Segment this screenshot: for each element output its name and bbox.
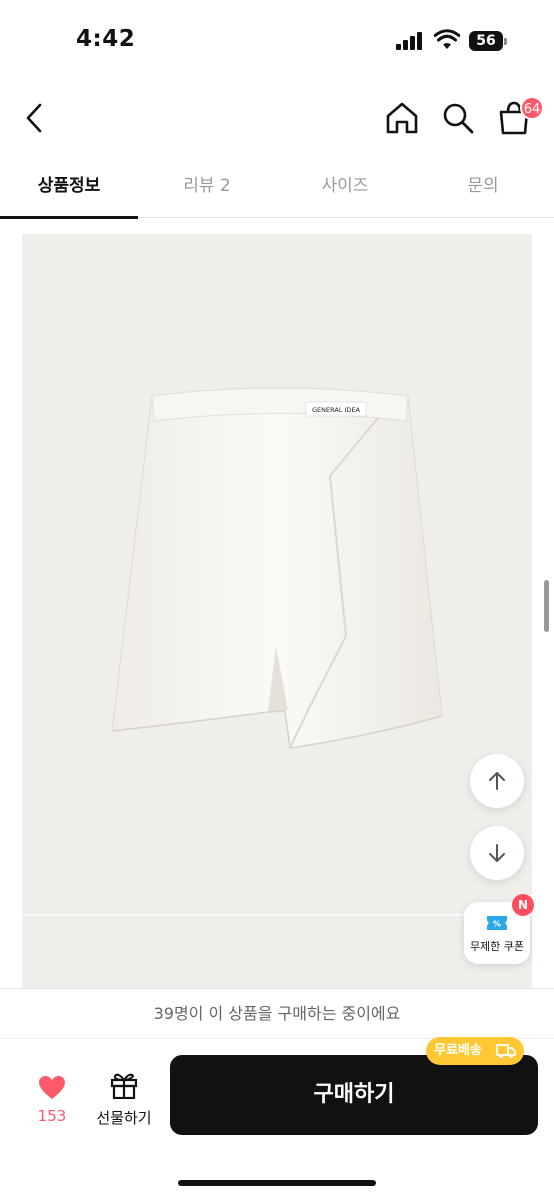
skirt-image: GENERAL IDEA xyxy=(111,387,443,749)
cart-count-badge: 64 xyxy=(520,96,544,120)
back-button[interactable] xyxy=(12,96,56,140)
scroll-bottom-button[interactable] xyxy=(470,826,524,880)
battery-icon: 56 xyxy=(469,31,507,51)
gift-button[interactable]: 선물하기 xyxy=(90,1067,158,1129)
free-shipping-label: 무료배송 xyxy=(434,1043,482,1058)
product-image: GENERAL IDEA xyxy=(22,234,532,990)
like-count: 153 xyxy=(37,1107,67,1125)
home-button[interactable] xyxy=(380,96,424,140)
coupon-icon: % xyxy=(487,916,507,930)
search-button[interactable] xyxy=(436,96,480,140)
cellular-signal-icon xyxy=(396,32,422,50)
heart-icon xyxy=(39,1076,65,1099)
tab-reviews[interactable]: 리뷰 2 xyxy=(138,160,276,218)
like-button[interactable]: 153 xyxy=(24,1069,80,1129)
search-icon xyxy=(443,103,474,134)
scroll-top-button[interactable] xyxy=(470,754,524,808)
purchase-bar: 39명이 이 상품을 구매하는 중이에요 153 선물하기 구매하기 무료배송 xyxy=(0,988,554,1200)
status-bar: 4:42 56 xyxy=(0,0,554,80)
coupon-label: 무제한 쿠폰 xyxy=(469,940,525,953)
free-shipping-badge: 무료배송 xyxy=(426,1037,524,1065)
arrow-up-icon xyxy=(489,772,505,790)
home-indicator[interactable] xyxy=(178,1180,376,1186)
tab-bar: 상품정보 리뷰 2 사이즈 문의 xyxy=(0,160,554,219)
top-nav xyxy=(0,90,554,150)
gift-icon xyxy=(110,1073,138,1099)
wifi-icon xyxy=(434,29,460,49)
gift-label: 선물하기 xyxy=(96,1109,152,1127)
tab-size[interactable]: 사이즈 xyxy=(276,160,414,218)
tab-inquiry[interactable]: 문의 xyxy=(414,160,552,218)
svg-text:%: % xyxy=(493,920,501,929)
scrollbar[interactable] xyxy=(544,580,549,632)
home-icon xyxy=(386,102,418,134)
truck-icon xyxy=(496,1044,516,1058)
tab-product-info[interactable]: 상품정보 xyxy=(0,160,138,219)
chevron-left-icon xyxy=(26,103,42,133)
purchasing-notice: 39명이 이 상품을 구매하는 중이에요 xyxy=(0,989,554,1039)
battery-level: 56 xyxy=(469,31,503,51)
status-time: 4:42 xyxy=(76,26,136,52)
arrow-down-icon xyxy=(489,844,505,862)
new-badge: N xyxy=(512,894,534,916)
garment-tag-text: GENERAL IDEA xyxy=(312,406,361,414)
image-divider xyxy=(22,914,532,916)
buy-button[interactable]: 구매하기 xyxy=(170,1055,538,1135)
